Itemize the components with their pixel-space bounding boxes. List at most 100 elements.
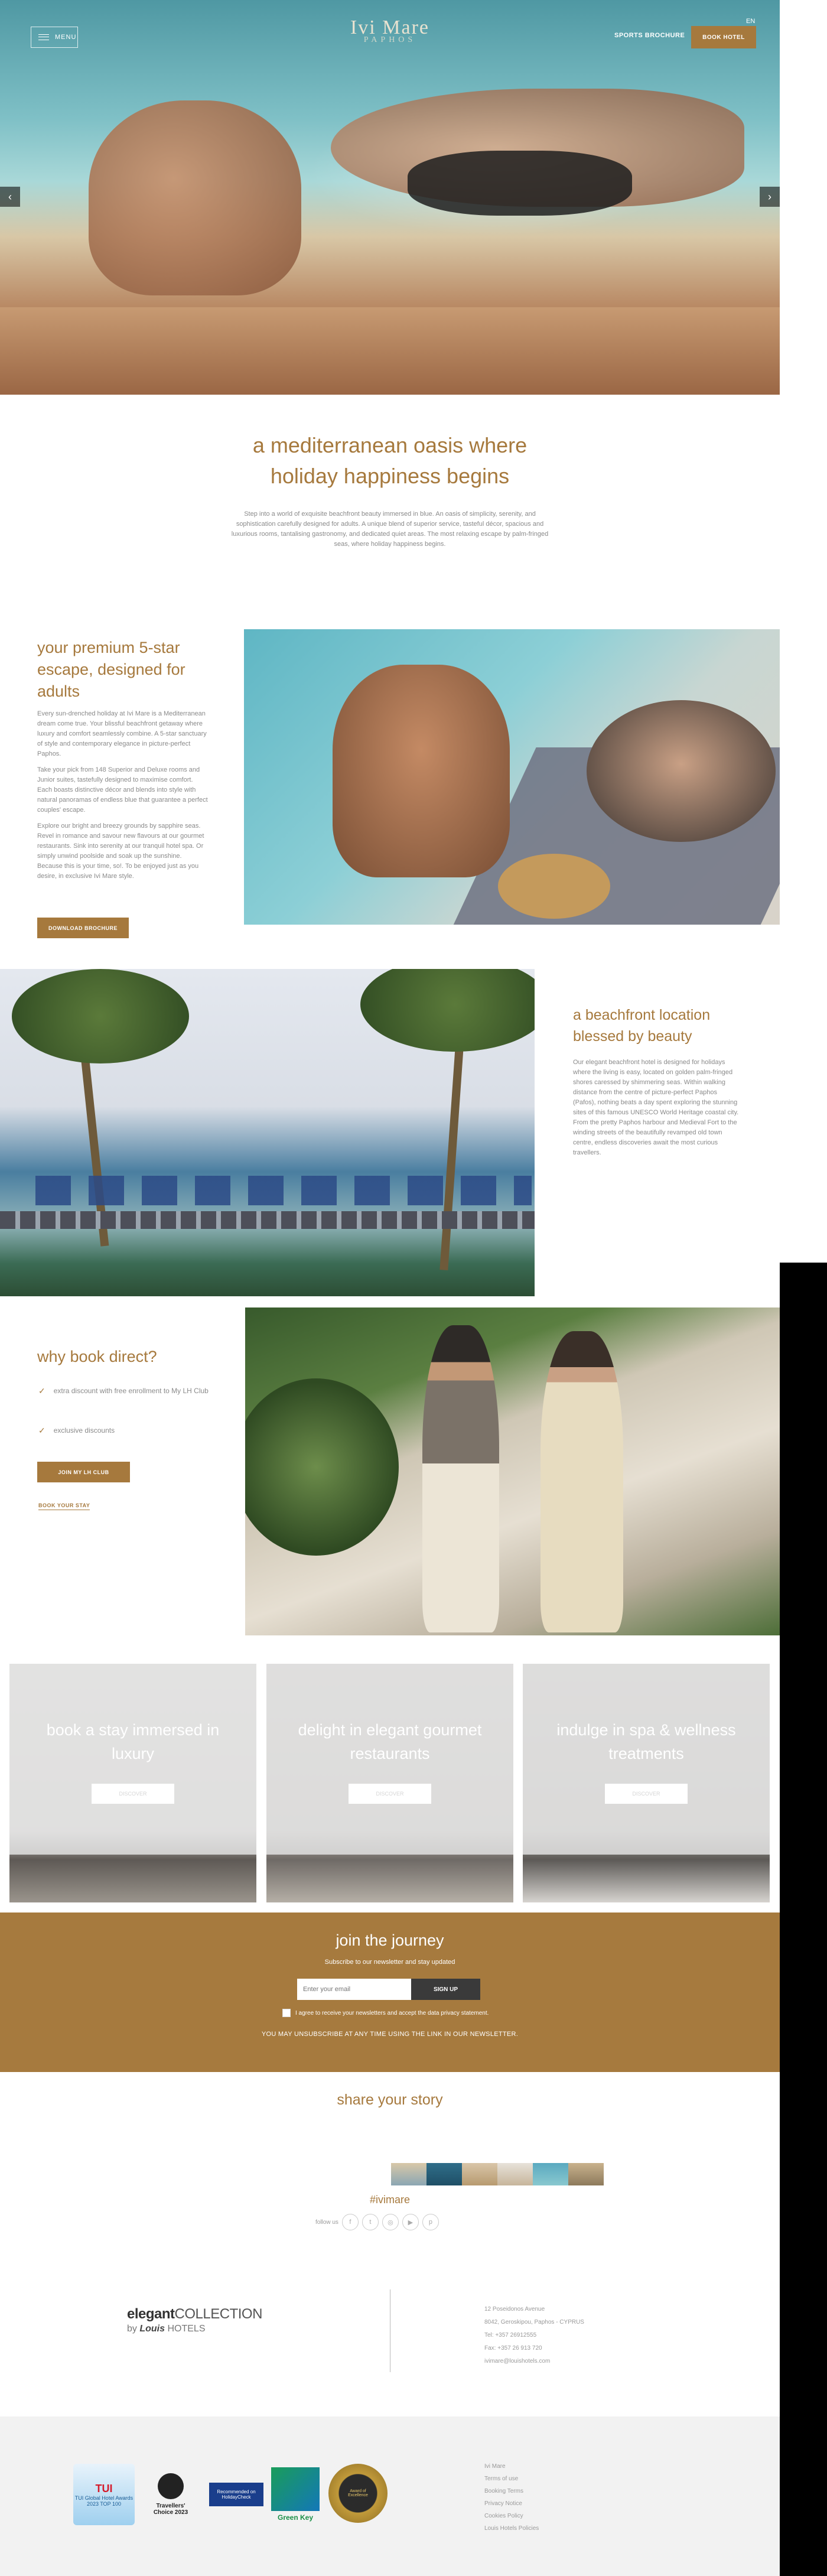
logo-louis: Louis bbox=[139, 2324, 165, 2334]
address-line: 12 Poseidonos Avenue bbox=[484, 2306, 545, 2312]
tripadvisor-owl-icon bbox=[158, 2473, 184, 2499]
tui-award-badge: TUI TUI Global Hotel Awards 2023 TOP 100 bbox=[73, 2464, 135, 2525]
logo-by: by bbox=[127, 2324, 137, 2334]
photo-woman bbox=[541, 1331, 623, 1632]
book-hotel-button[interactable]: BOOK HOTEL bbox=[691, 26, 756, 48]
intro-text: Step into a world of exquisite beachfron… bbox=[231, 510, 549, 548]
why-item: ✓ exclusive discounts bbox=[38, 1425, 210, 1436]
beachfront-text: Our elegant beachfront hotel is designed… bbox=[573, 1058, 741, 1164]
photo-man bbox=[422, 1325, 499, 1632]
intro-title-line1: a mediterranean oasis where bbox=[252, 433, 528, 457]
feed-thumbnail[interactable] bbox=[462, 2163, 497, 2185]
logo-hotels: HOTELS bbox=[167, 2324, 206, 2334]
language-selector[interactable]: EN bbox=[746, 18, 755, 25]
hero-photo-man bbox=[89, 100, 301, 295]
slider-prev-arrow-icon[interactable]: ‹ bbox=[0, 187, 20, 207]
hashtag: #ivimare bbox=[369, 2194, 411, 2206]
menu-button[interactable]: MENU bbox=[31, 27, 78, 48]
excellence-award-badge: Award of Excellence bbox=[328, 2464, 388, 2523]
couple-pool-photo bbox=[244, 629, 780, 925]
email-link[interactable]: ivimare@louishotels.com bbox=[484, 2355, 584, 2368]
footer-link[interactable]: Booking Terms bbox=[484, 2485, 539, 2497]
consent-checkbox-row[interactable]: I agree to receive your newsletters and … bbox=[282, 2009, 489, 2017]
intro-title-line2: holiday happiness begins bbox=[270, 464, 510, 488]
menu-label: MENU bbox=[55, 34, 77, 41]
feed-thumbnail[interactable] bbox=[497, 2163, 533, 2185]
premium-title: your premium 5-star escape, designed for… bbox=[37, 639, 185, 700]
newsletter-title: join the journey bbox=[336, 1931, 444, 1949]
feed-thumbnail[interactable] bbox=[426, 2163, 462, 2185]
card-restaurants[interactable]: delight in elegant gourmet restaurants D… bbox=[266, 1664, 513, 1902]
sign-up-button[interactable]: SIGN UP bbox=[411, 1979, 480, 2000]
instagram-icon[interactable]: ◎ bbox=[382, 2214, 399, 2230]
couple-walking-photo bbox=[245, 1307, 780, 1635]
footer-link[interactable]: Privacy Notice bbox=[484, 2497, 539, 2510]
consent-checkbox[interactable] bbox=[282, 2009, 291, 2017]
premium-paragraph: Take your pick from 148 Superior and Del… bbox=[37, 766, 208, 814]
feed-thumbnail[interactable] bbox=[568, 2163, 604, 2185]
footer-address: 12 Poseidonos Avenue 8042, Geroskipou, P… bbox=[484, 2303, 584, 2368]
hotel-logo[interactable]: Ivi Mare PAPHOS bbox=[307, 17, 473, 45]
photo-man bbox=[333, 665, 510, 877]
follow-us: follow us f t ◎ ▶ p bbox=[315, 2214, 439, 2230]
download-brochure-button[interactable]: DOWNLOAD BROCHURE bbox=[37, 918, 129, 938]
card-title: delight in elegant gourmet restaurants bbox=[298, 1721, 482, 1762]
address-line: 8042, Geroskipou, Paphos - CYPRUS bbox=[484, 2319, 584, 2325]
premium-text: Every sun-drenched holiday at Ivi Mare i… bbox=[37, 709, 209, 887]
photo-umbrellas bbox=[35, 1176, 532, 1205]
why-item-label: exclusive discounts bbox=[53, 1426, 115, 1435]
elegant-collection-logo[interactable]: elegantCOLLECTION by Louis HOTELS bbox=[127, 2306, 262, 2334]
discover-button[interactable]: DISCOVER bbox=[605, 1784, 688, 1804]
beachfront-title: a beachfront location blessed by beauty bbox=[573, 1007, 711, 1045]
hero-photo-swimsuit bbox=[408, 151, 632, 216]
logo-collection: COLLECTION bbox=[174, 2306, 263, 2322]
green-key-text: Green Key bbox=[277, 2513, 314, 2522]
photo-palm-fronds bbox=[12, 969, 189, 1063]
page-edge-strip bbox=[780, 1263, 827, 2576]
phone[interactable]: Tel: +357 26912555 bbox=[484, 2329, 584, 2342]
youtube-icon[interactable]: ▶ bbox=[402, 2214, 419, 2230]
feed-thumbnail[interactable] bbox=[391, 2163, 426, 2185]
logo-sub: PAPHOS bbox=[363, 35, 416, 44]
feed-thumbnail[interactable] bbox=[533, 2163, 568, 2185]
hamburger-icon bbox=[38, 34, 49, 40]
green-key-icon bbox=[271, 2467, 320, 2511]
photo-palm bbox=[245, 1378, 399, 1556]
premium-paragraph: Explore our bright and breezy grounds by… bbox=[37, 822, 204, 880]
why-item-label: extra discount with free enrollment to M… bbox=[53, 1387, 209, 1395]
beachfront-photo bbox=[0, 969, 535, 1296]
fax: Fax: +357 26 913 720 bbox=[484, 2345, 542, 2351]
newsletter-subtitle: Subscribe to our newsletter and stay upd… bbox=[324, 1959, 455, 1966]
slider-next-arrow-icon[interactable]: › bbox=[760, 187, 780, 207]
card-title: indulge in spa & wellness treatments bbox=[556, 1721, 736, 1762]
book-stay-link[interactable]: BOOK YOUR STAY bbox=[38, 1502, 90, 1510]
footer-link[interactable]: Terms of use bbox=[484, 2473, 539, 2485]
discover-button[interactable]: DISCOVER bbox=[92, 1784, 174, 1804]
newsletter-section: join the journey Subscribe to our newsle… bbox=[0, 1913, 780, 2072]
card-stay[interactable]: book a stay immersed in luxury DISCOVER bbox=[9, 1664, 256, 1902]
email-field[interactable] bbox=[297, 1979, 411, 2000]
discover-button[interactable]: DISCOVER bbox=[349, 1784, 431, 1804]
facebook-icon[interactable]: f bbox=[341, 2214, 359, 2230]
footer-link[interactable]: Ivi Mare bbox=[484, 2460, 539, 2473]
photo-straw-hat bbox=[498, 854, 610, 919]
instagram-feed bbox=[391, 2163, 604, 2185]
sports-brochure-link[interactable]: SPORTS BROCHURE bbox=[614, 32, 685, 39]
check-icon: ✓ bbox=[38, 1386, 45, 1396]
check-icon: ✓ bbox=[38, 1426, 45, 1435]
footer-link[interactable]: Cookies Policy bbox=[484, 2510, 539, 2522]
twitter-icon[interactable]: t bbox=[362, 2214, 379, 2230]
footer-links: Ivi Mare Terms of use Booking Terms Priv… bbox=[484, 2460, 539, 2535]
travellers-choice-badge: Travellers' Choice 2023 bbox=[148, 2464, 194, 2525]
story-title: share your story bbox=[337, 2092, 443, 2108]
why-title: why book direct? bbox=[37, 1348, 157, 1365]
join-club-button[interactable]: JOIN MY LH CLUB bbox=[37, 1462, 130, 1482]
consent-label: I agree to receive your newsletters and … bbox=[295, 2009, 489, 2016]
footer-link[interactable]: Louis Hotels Policies bbox=[484, 2522, 539, 2535]
hero-photo-pool-edge bbox=[0, 307, 780, 395]
premium-paragraph: Every sun-drenched holiday at Ivi Mare i… bbox=[37, 710, 207, 757]
pinterest-icon[interactable]: p bbox=[422, 2214, 439, 2230]
hero-slider: MENU Ivi Mare PAPHOS EN SPORTS BROCHURE … bbox=[0, 0, 780, 395]
intro-title: a mediterranean oasis where holiday happ… bbox=[177, 430, 603, 492]
card-spa[interactable]: indulge in spa & wellness treatments DIS… bbox=[523, 1664, 770, 1902]
